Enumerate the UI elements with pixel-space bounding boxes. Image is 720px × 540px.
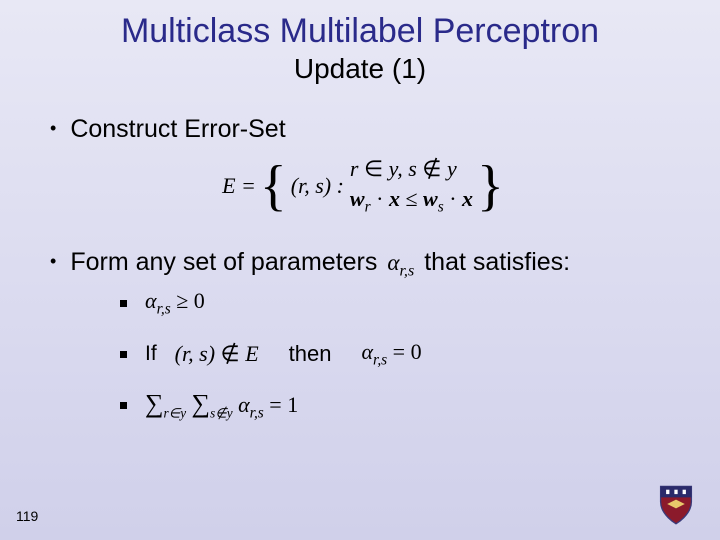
sub-bullets: αr,s ≥ 0 If (r, s) ∉ E then αr,s = 0 ∑r∈… bbox=[120, 288, 680, 422]
pair-rs: (r, s) : bbox=[291, 173, 344, 199]
penn-shield-icon bbox=[654, 482, 698, 526]
square-bullet-icon bbox=[120, 300, 127, 307]
alpha-nonneg: αr,s ≥ 0 bbox=[145, 288, 205, 318]
cond-membership: r ∈ y, s ∉ y bbox=[350, 154, 473, 184]
bullet1-text: Construct Error-Set bbox=[70, 115, 285, 144]
page-number: 119 bbox=[16, 508, 38, 524]
cond-weight: wr · x ≤ ws · x bbox=[350, 184, 473, 218]
error-set-lhs: E = bbox=[222, 173, 256, 199]
bullet-form-parameters: • Form any set of parameters αr,s that s… bbox=[50, 248, 680, 281]
brace-inner: (r, s) : r ∈ y, s ∉ y wr · x ≤ ws · x bbox=[291, 154, 473, 218]
bullet-dot-icon: • bbox=[50, 251, 56, 272]
right-brace-icon: } bbox=[473, 160, 508, 212]
alpha-zero: αr,s = 0 bbox=[361, 339, 421, 369]
alpha-symbol: αr,s bbox=[387, 250, 414, 281]
left-brace-icon: { bbox=[256, 160, 291, 212]
sub-bullet-nonneg: αr,s ≥ 0 bbox=[120, 288, 680, 318]
sum-equals-one: ∑r∈y ∑s∉y αr,s = 1 bbox=[145, 389, 298, 422]
if-label: If bbox=[145, 342, 157, 366]
content-area: • Construct Error-Set E = { (r, s) : r ∈… bbox=[0, 85, 720, 423]
condition-stack: r ∈ y, s ∉ y wr · x ≤ ws · x bbox=[350, 154, 473, 218]
square-bullet-icon bbox=[120, 351, 127, 358]
bullet-dot-icon: • bbox=[50, 118, 56, 139]
bullet2-post: that satisfies: bbox=[424, 248, 570, 277]
slide-subtitle: Update (1) bbox=[0, 51, 720, 85]
sub-bullet-sum: ∑r∈y ∑s∉y αr,s = 1 bbox=[120, 389, 680, 422]
then-label: then bbox=[289, 341, 332, 367]
square-bullet-icon bbox=[120, 402, 127, 409]
bullet2-pre: Form any set of parameters bbox=[70, 248, 377, 277]
brace-box: { (r, s) : r ∈ y, s ∉ y wr · x ≤ ws · x … bbox=[256, 154, 508, 218]
slide-title: Multiclass Multilabel Perceptron bbox=[0, 0, 720, 51]
error-set-formula: E = { (r, s) : r ∈ y, s ∉ y wr · x ≤ ws … bbox=[50, 154, 680, 218]
pair-notin-E: (r, s) ∉ E bbox=[175, 341, 259, 367]
bullet-construct-error-set: • Construct Error-Set bbox=[50, 115, 680, 144]
sub-bullet-if-then: If (r, s) ∉ E then αr,s = 0 bbox=[120, 339, 680, 369]
